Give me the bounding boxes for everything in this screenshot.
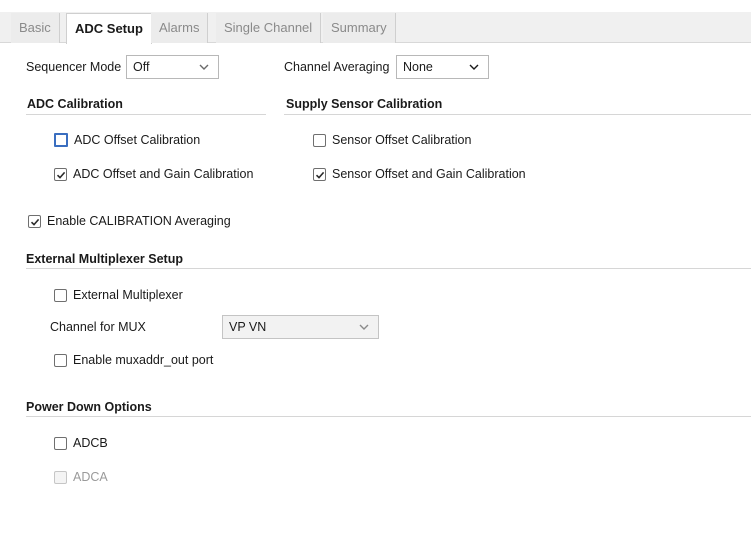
tab-alarms[interactable]: Alarms — [151, 13, 209, 43]
checkmark-icon — [315, 171, 325, 179]
power-down-options-divider — [26, 416, 751, 417]
sequencer-mode-value: Off — [133, 60, 150, 74]
power-down-options-heading: Power Down Options — [26, 400, 152, 414]
sensor-offset-gain-calibration-label: Sensor Offset and Gain Calibration — [332, 167, 526, 181]
channel-averaging-label: Channel Averaging — [284, 60, 390, 74]
tab-bar-top-strip — [0, 0, 751, 12]
checkbox-box[interactable] — [54, 288, 67, 302]
chevron-down-icon — [199, 64, 209, 70]
tab-summary[interactable]: Summary — [323, 13, 396, 43]
channel-for-mux-value: VP VN — [229, 320, 267, 334]
supply-sensor-calibration-heading: Supply Sensor Calibration — [286, 97, 443, 111]
sensor-offset-gain-calibration-checkbox[interactable]: Sensor Offset and Gain Calibration — [313, 165, 526, 183]
adc-calibration-divider — [26, 114, 266, 115]
checkmark-icon — [56, 171, 66, 179]
checkbox-box[interactable] — [28, 214, 41, 228]
external-multiplexer-setup-heading: External Multiplexer Setup — [26, 252, 183, 266]
checkbox-box[interactable] — [54, 133, 68, 147]
sequencer-mode-label: Sequencer Mode — [26, 60, 122, 74]
enable-muxaddr-out-port-checkbox[interactable]: Enable muxaddr_out port — [54, 351, 213, 369]
checkbox-box[interactable] — [54, 167, 67, 181]
adc-offset-gain-calibration-checkbox[interactable]: ADC Offset and Gain Calibration — [54, 165, 253, 183]
adc-offset-calibration-label: ADC Offset Calibration — [74, 133, 201, 147]
chevron-down-icon — [359, 324, 369, 330]
checkbox-box[interactable] — [313, 167, 326, 181]
external-multiplexer-checkbox[interactable]: External Multiplexer — [54, 286, 183, 304]
tab-single-channel[interactable]: Single Channel — [216, 13, 322, 43]
enable-calibration-averaging-label: Enable CALIBRATION Averaging — [47, 214, 231, 228]
adca-label: ADCA — [73, 470, 108, 484]
tab-bar: Basic ADC Setup Alarms Single Channel Su… — [0, 0, 751, 44]
adcb-label: ADCB — [73, 436, 108, 450]
checkbox-box[interactable] — [313, 133, 326, 147]
tab-basic[interactable]: Basic — [11, 13, 60, 43]
checkmark-icon — [30, 218, 40, 226]
enable-calibration-averaging-checkbox[interactable]: Enable CALIBRATION Averaging — [28, 212, 231, 230]
adc-offset-gain-calibration-label: ADC Offset and Gain Calibration — [73, 167, 254, 181]
checkbox-box[interactable] — [54, 436, 67, 450]
tab-adc-setup[interactable]: ADC Setup — [66, 13, 152, 44]
channel-averaging-dropdown[interactable]: None — [396, 55, 489, 79]
external-multiplexer-divider — [26, 268, 751, 269]
supply-sensor-calibration-divider — [284, 114, 751, 115]
chevron-down-icon — [469, 64, 479, 70]
checkbox-box — [54, 470, 67, 484]
adc-calibration-heading: ADC Calibration — [27, 97, 123, 111]
channel-averaging-value: None — [403, 60, 433, 74]
adca-checkbox: ADCA — [54, 468, 108, 486]
sequencer-mode-dropdown[interactable]: Off — [126, 55, 219, 79]
channel-for-mux-dropdown[interactable]: VP VN — [222, 315, 379, 339]
adc-offset-calibration-checkbox[interactable]: ADC Offset Calibration — [54, 131, 200, 149]
external-multiplexer-label: External Multiplexer — [73, 288, 183, 302]
sensor-offset-calibration-label: Sensor Offset Calibration — [332, 133, 472, 147]
adcb-checkbox[interactable]: ADCB — [54, 434, 108, 452]
checkbox-box[interactable] — [54, 353, 67, 367]
sensor-offset-calibration-checkbox[interactable]: Sensor Offset Calibration — [313, 131, 471, 149]
enable-muxaddr-out-port-label: Enable muxaddr_out port — [73, 353, 214, 367]
channel-for-mux-label: Channel for MUX — [50, 320, 146, 334]
